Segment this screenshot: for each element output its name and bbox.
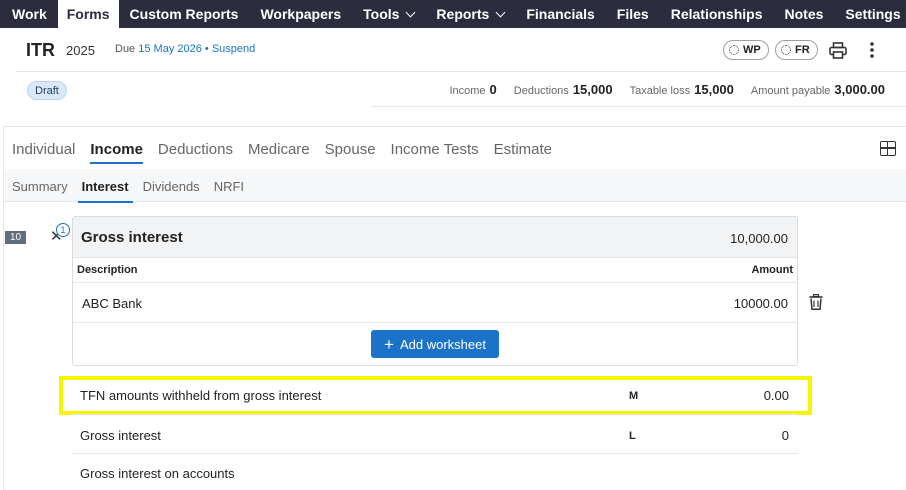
tab-estimate[interactable]: Estimate <box>494 141 552 164</box>
form-header: ITR 2025 Due 15 May 2026 • Suspend WP FR <box>0 28 906 72</box>
worksheet-total: 10,000.00 <box>730 231 788 246</box>
tab-income-tests[interactable]: Income Tests <box>391 141 479 164</box>
tab-spouse[interactable]: Spouse <box>325 141 376 164</box>
tab-medicare[interactable]: Medicare <box>248 141 310 164</box>
nav-financials[interactable]: Financials <box>515 0 605 28</box>
suspend-link[interactable]: Suspend <box>212 43 255 55</box>
count-badge: 1 <box>56 223 70 237</box>
field-code-l: L <box>629 430 636 442</box>
nav-work[interactable]: Work <box>0 0 58 28</box>
summary-taxable-loss: Taxable loss 15,000 <box>629 82 734 97</box>
gross-interest-worksheet: Gross interest 10,000.00 Description Amo… <box>72 216 798 366</box>
nav-custom-reports[interactable]: Custom Reports <box>119 0 250 28</box>
row-amount-input[interactable]: 10000.00 <box>734 296 788 311</box>
return-summary: Income 0 Deductions 15,000 Taxable loss 15,… <box>432 82 885 97</box>
pending-icon <box>729 45 739 55</box>
nav-forms[interactable]: Forms <box>57 0 119 28</box>
field-label-gross-interest-accounts: Gross interest on accounts <box>80 466 235 481</box>
divider <box>73 322 797 323</box>
printer-icon[interactable] <box>828 40 848 60</box>
tab-income[interactable]: Income <box>90 141 143 164</box>
sub-tabs: Summary Interest Dividends NRFI <box>12 179 258 203</box>
tab-individual[interactable]: Individual <box>12 141 75 164</box>
nav-tools[interactable]: Tools <box>352 0 425 28</box>
column-header-amount: Amount <box>751 264 793 276</box>
fr-status-button[interactable]: FR <box>775 40 818 60</box>
nav-reports[interactable]: Reports <box>425 0 515 28</box>
divider <box>72 453 798 454</box>
divider <box>372 106 906 107</box>
tfn-withheld-input[interactable]: 0.00 <box>764 388 789 403</box>
divider <box>73 282 797 283</box>
summary-amount-payable: Amount payable 3,000.00 <box>750 82 885 97</box>
subtab-summary[interactable]: Summary <box>12 179 68 203</box>
trash-icon[interactable] <box>809 293 823 311</box>
subtab-dividends[interactable]: Dividends <box>143 179 200 203</box>
form-title: ITR <box>26 40 55 60</box>
divider <box>72 414 798 415</box>
subtab-interest[interactable]: Interest <box>77 179 133 203</box>
gross-interest-input[interactable]: 0 <box>782 428 789 443</box>
row-description-input[interactable]: ABC Bank <box>82 296 142 311</box>
tab-deductions[interactable]: Deductions <box>158 141 233 164</box>
field-label-gross-interest: Gross interest <box>80 428 161 443</box>
status-badge: Draft <box>27 81 67 100</box>
summary-income: Income 0 <box>449 82 497 97</box>
subtab-nrfi[interactable]: NRFI <box>214 179 244 203</box>
nav-files[interactable]: Files <box>606 0 660 28</box>
field-code-m: M <box>629 390 639 402</box>
divider <box>16 71 906 72</box>
wp-status-button[interactable]: WP <box>723 40 769 60</box>
main-tabs: Individual Income Deductions Medicare Sp… <box>12 141 567 164</box>
subtabs-bar: Summary Interest Dividends NRFI <box>4 169 906 203</box>
layout-grid-icon[interactable] <box>880 141 896 156</box>
due-info: Due 15 May 2026 • Suspend <box>115 43 256 55</box>
more-vertical-icon[interactable] <box>862 40 882 60</box>
nav-notes[interactable]: Notes <box>774 0 835 28</box>
nav-workpapers[interactable]: Workpapers <box>249 0 352 28</box>
chevron-down-icon <box>405 7 416 17</box>
plus-icon: + <box>384 334 394 354</box>
top-nav: Work Forms Custom Reports Workpapers Too… <box>0 0 906 28</box>
add-worksheet-button[interactable]: + Add worksheet <box>371 330 499 358</box>
due-date-link[interactable]: 15 May 2026 <box>138 43 202 55</box>
nav-relationships[interactable]: Relationships <box>660 0 774 28</box>
worksheet-header: Gross interest 10,000.00 <box>73 217 797 258</box>
form-year: 2025 <box>66 43 95 58</box>
field-label-tfn-withheld: TFN amounts withheld from gross interest <box>80 388 322 403</box>
section-number: 10 <box>5 231 26 244</box>
column-header-description: Description <box>77 264 138 276</box>
pending-icon <box>781 45 791 55</box>
worksheet-title: Gross interest <box>81 229 183 246</box>
nav-settings[interactable]: Settings <box>834 0 906 28</box>
summary-deductions: Deductions 15,000 <box>513 82 613 97</box>
chevron-down-icon <box>495 7 506 17</box>
